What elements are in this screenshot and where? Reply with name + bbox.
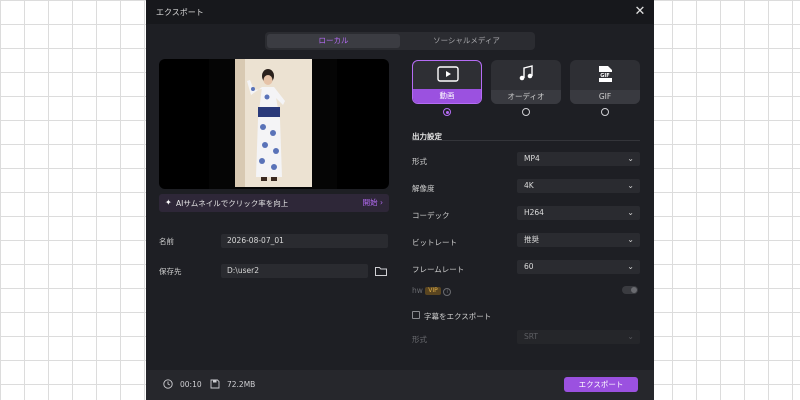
export-button[interactable]: エクスポート — [564, 377, 638, 392]
resolution-value: 4K — [524, 181, 534, 190]
codec-value: H264 — [524, 208, 544, 217]
file-name-input[interactable]: 2026-08-07_01 — [221, 234, 388, 248]
duration-text: 00:10 — [180, 380, 202, 389]
format-video-label: 動画 — [413, 89, 481, 103]
music-note-icon — [519, 65, 533, 81]
save-path-label: 保存先 — [159, 267, 182, 276]
framerate-value: 60 — [524, 262, 534, 271]
bitrate-value: 推奨 — [524, 235, 539, 244]
export-subtitles-checkbox[interactable] — [412, 311, 420, 319]
format-select[interactable]: MP4 ⌄ — [517, 152, 640, 166]
clock-icon — [163, 379, 173, 389]
chevron-right-icon: › — [380, 198, 383, 207]
format-card-gif[interactable]: GIF GIF — [570, 60, 640, 104]
format-card-video[interactable]: 動画 — [412, 60, 482, 104]
format-audio-label: オーディオ — [491, 90, 561, 104]
person-in-kimono-image — [235, 59, 312, 187]
chevron-down-icon: ⌄ — [627, 154, 634, 163]
hardware-accel-toggle[interactable] — [622, 286, 638, 294]
save-file-icon — [210, 379, 220, 389]
subtitle-format-select[interactable]: SRT ⌄ — [517, 330, 640, 344]
format-video-radio[interactable] — [443, 108, 451, 116]
chevron-down-icon: ⌄ — [627, 208, 634, 217]
chevron-down-icon: ⌄ — [627, 262, 634, 271]
preview-thumbnail — [235, 59, 312, 187]
codec-select[interactable]: H264 ⌄ — [517, 206, 640, 220]
gif-icon: GIF — [597, 66, 613, 82]
framerate-label: フレームレート — [412, 265, 465, 274]
section-divider — [412, 140, 640, 141]
chevron-down-icon: ⌄ — [627, 235, 634, 244]
close-icon: ✕ — [634, 4, 646, 19]
codec-label: コーデック — [412, 211, 450, 220]
dialog-footer: 00:10 72.2MB エクスポート — [146, 370, 654, 400]
titlebar: エクスポート ✕ — [146, 0, 654, 24]
subtitle-format-label: 形式 — [412, 335, 427, 344]
subtitle-format-value: SRT — [524, 332, 539, 341]
format-label: 形式 — [412, 157, 427, 166]
export-dialog: エクスポート ✕ ローカル ソーシャルメディア ✦ AIサムネイルでクリック率を… — [146, 0, 654, 400]
format-audio-radio[interactable] — [522, 108, 530, 116]
ai-thumbnail-text: AIサムネイルでクリック率を向上 — [176, 199, 289, 208]
svg-text:GIF: GIF — [600, 73, 609, 79]
chevron-down-icon: ⌄ — [627, 181, 634, 190]
name-label: 名前 — [159, 237, 174, 246]
video-icon — [437, 66, 459, 82]
format-gif-radio[interactable] — [601, 108, 609, 116]
ai-thumbnail-banner: ✦ AIサムネイルでクリック率を向上 開始 › — [159, 194, 389, 212]
ai-thumbnail-start-link[interactable]: 開始 › — [363, 197, 383, 208]
close-button[interactable]: ✕ — [632, 4, 648, 20]
export-target-tabs: ローカル ソーシャルメディア — [265, 32, 535, 50]
vip-badge: VIP — [425, 287, 441, 295]
framerate-select[interactable]: 60 ⌄ — [517, 260, 640, 274]
folder-icon — [375, 267, 387, 276]
export-subtitles-label: 字幕をエクスポート — [424, 312, 492, 321]
bitrate-select[interactable]: 推奨 ⌄ — [517, 233, 640, 247]
chevron-down-icon: ⌄ — [627, 332, 634, 341]
tab-social-media[interactable]: ソーシャルメディア — [400, 34, 533, 48]
format-value: MP4 — [524, 154, 540, 163]
format-card-audio[interactable]: オーディオ — [491, 60, 561, 104]
resolution-label: 解像度 — [412, 184, 435, 193]
hardware-accel-label: hw — [412, 286, 423, 295]
ai-start-label: 開始 — [362, 198, 378, 207]
video-preview — [159, 59, 389, 189]
bitrate-label: ビットレート — [412, 238, 457, 247]
save-path-input[interactable]: D:\user2 — [221, 264, 368, 278]
info-icon[interactable]: i — [443, 288, 452, 296]
tab-local[interactable]: ローカル — [267, 34, 400, 48]
dialog-title: エクスポート — [156, 8, 204, 17]
file-size-text: 72.2MB — [227, 380, 256, 389]
sparkle-icon: ✦ — [165, 198, 172, 207]
browse-folder-button[interactable] — [374, 264, 388, 278]
resolution-select[interactable]: 4K ⌄ — [517, 179, 640, 193]
format-gif-label: GIF — [570, 90, 640, 104]
hardware-accel-row: hw VIP i — [412, 286, 452, 296]
